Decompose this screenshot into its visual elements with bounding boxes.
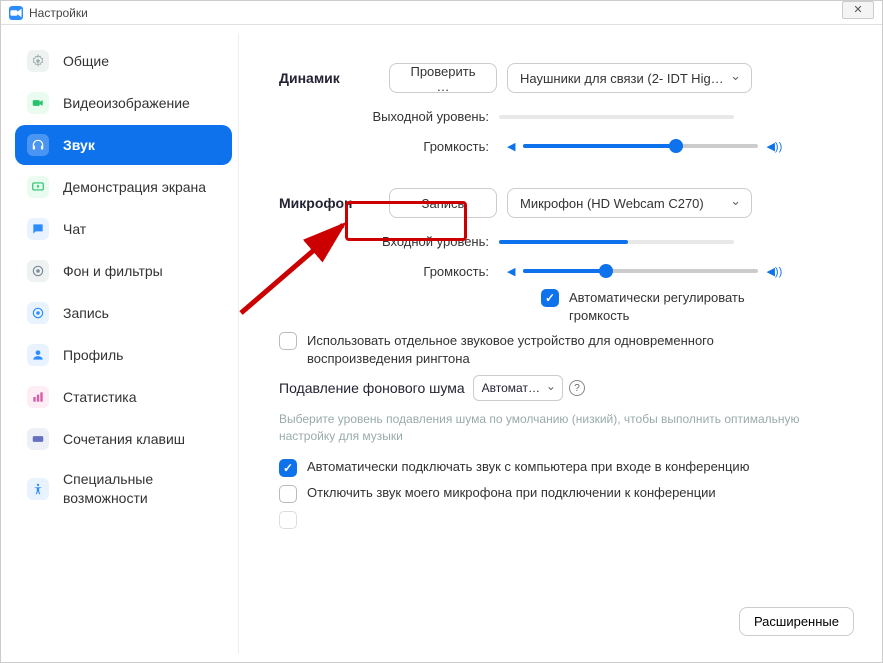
auto-gain-label: Автоматически регулировать громкость <box>569 289 769 324</box>
advanced-button[interactable]: Расширенные <box>739 607 854 636</box>
speaker-volume-slider[interactable] <box>523 138 758 154</box>
window-close-button[interactable]: ✕ <box>842 1 874 19</box>
volume-high-icon: ◀)) <box>766 140 782 153</box>
sidebar-item-stats[interactable]: Статистика <box>15 377 232 417</box>
gear-icon <box>27 50 49 72</box>
sidebar-item-background[interactable]: Фон и фильтры <box>15 251 232 291</box>
auto-gain-checkbox[interactable] <box>541 289 559 307</box>
noise-suppression-label: Подавление фонового шума <box>279 380 465 396</box>
window-title: Настройки <box>29 1 88 25</box>
auto-join-audio-checkbox[interactable] <box>279 459 297 477</box>
truncated-checkbox[interactable] <box>279 511 297 529</box>
headphones-icon <box>27 134 49 156</box>
sidebar-item-share[interactable]: Демонстрация экрана <box>15 167 232 207</box>
mute-on-join-label: Отключить звук моего микрофона при подкл… <box>307 485 716 500</box>
keyboard-icon <box>27 428 49 450</box>
output-level-meter <box>499 115 734 119</box>
sidebar-item-label: Демонстрация экрана <box>63 179 206 195</box>
sidebar-item-label: Сочетания клавиш <box>63 431 185 447</box>
titlebar: Настройки ✕ <box>1 1 882 25</box>
sidebar-item-profile[interactable]: Профиль <box>15 335 232 375</box>
settings-content-audio: Динамик Проверить … Наушники для связи (… <box>239 33 874 654</box>
noise-suppression-note: Выберите уровень подавления шума по умол… <box>279 411 854 445</box>
app-icon <box>9 6 23 20</box>
record-icon <box>27 302 49 324</box>
ringtone-device-checkbox[interactable] <box>279 332 297 350</box>
volume-low-icon: ◀ <box>507 140 515 153</box>
record-mic-button[interactable]: Запись <box>389 188 497 218</box>
sidebar-item-label: Профиль <box>63 347 123 363</box>
volume-high-icon: ◀)) <box>766 265 782 278</box>
ringtone-device-label: Использовать отдельное звуковое устройст… <box>307 332 737 367</box>
mic-section-label: Микрофон <box>279 195 389 211</box>
background-icon <box>27 260 49 282</box>
sidebar-item-label: Звук <box>63 137 95 153</box>
sidebar-item-label: Фон и фильтры <box>63 263 163 279</box>
mute-on-join-checkbox[interactable] <box>279 485 297 503</box>
accessibility-icon <box>27 478 49 500</box>
help-icon[interactable]: ? <box>569 380 585 396</box>
sidebar-item-video[interactable]: Видеоизображение <box>15 83 232 123</box>
sidebar-item-label: Чат <box>63 221 86 237</box>
sidebar-item-chat[interactable]: Чат <box>15 209 232 249</box>
stats-icon <box>27 386 49 408</box>
input-level-label: Входной уровень: <box>279 234 489 249</box>
speaker-device-select[interactable]: Наушники для связи (2- IDT Hig… <box>507 63 752 93</box>
sidebar-item-label: Специальные возможности <box>63 470 220 508</box>
sidebar-item-label: Общие <box>63 53 109 69</box>
share-screen-icon <box>27 176 49 198</box>
test-speaker-button[interactable]: Проверить … <box>389 63 497 93</box>
sidebar-item-recording[interactable]: Запись <box>15 293 232 333</box>
chat-icon <box>27 218 49 240</box>
sidebar-item-accessibility[interactable]: Специальные возможности <box>15 461 232 517</box>
mic-device-select[interactable]: Микрофон (HD Webcam C270) <box>507 188 752 218</box>
sidebar-item-label: Видеоизображение <box>63 95 190 111</box>
settings-sidebar: Общие Видеоизображение Звук Демонстрация… <box>9 33 239 654</box>
video-icon <box>27 92 49 114</box>
sidebar-item-label: Статистика <box>63 389 137 405</box>
mic-volume-slider[interactable] <box>523 263 758 279</box>
speaker-section-label: Динамик <box>279 70 389 86</box>
profile-icon <box>27 344 49 366</box>
speaker-volume-label: Громкость: <box>279 139 489 154</box>
volume-low-icon: ◀ <box>507 265 515 278</box>
sidebar-item-general[interactable]: Общие <box>15 41 232 81</box>
sidebar-item-audio[interactable]: Звук <box>15 125 232 165</box>
sidebar-item-shortcuts[interactable]: Сочетания клавиш <box>15 419 232 459</box>
input-level-meter <box>499 240 734 244</box>
auto-join-audio-label: Автоматически подключать звук с компьюте… <box>307 459 749 474</box>
mic-volume-label: Громкость: <box>279 264 489 279</box>
output-level-label: Выходной уровень: <box>279 109 489 124</box>
sidebar-item-label: Запись <box>63 305 109 321</box>
noise-suppression-select[interactable]: Автомат… <box>473 375 563 401</box>
